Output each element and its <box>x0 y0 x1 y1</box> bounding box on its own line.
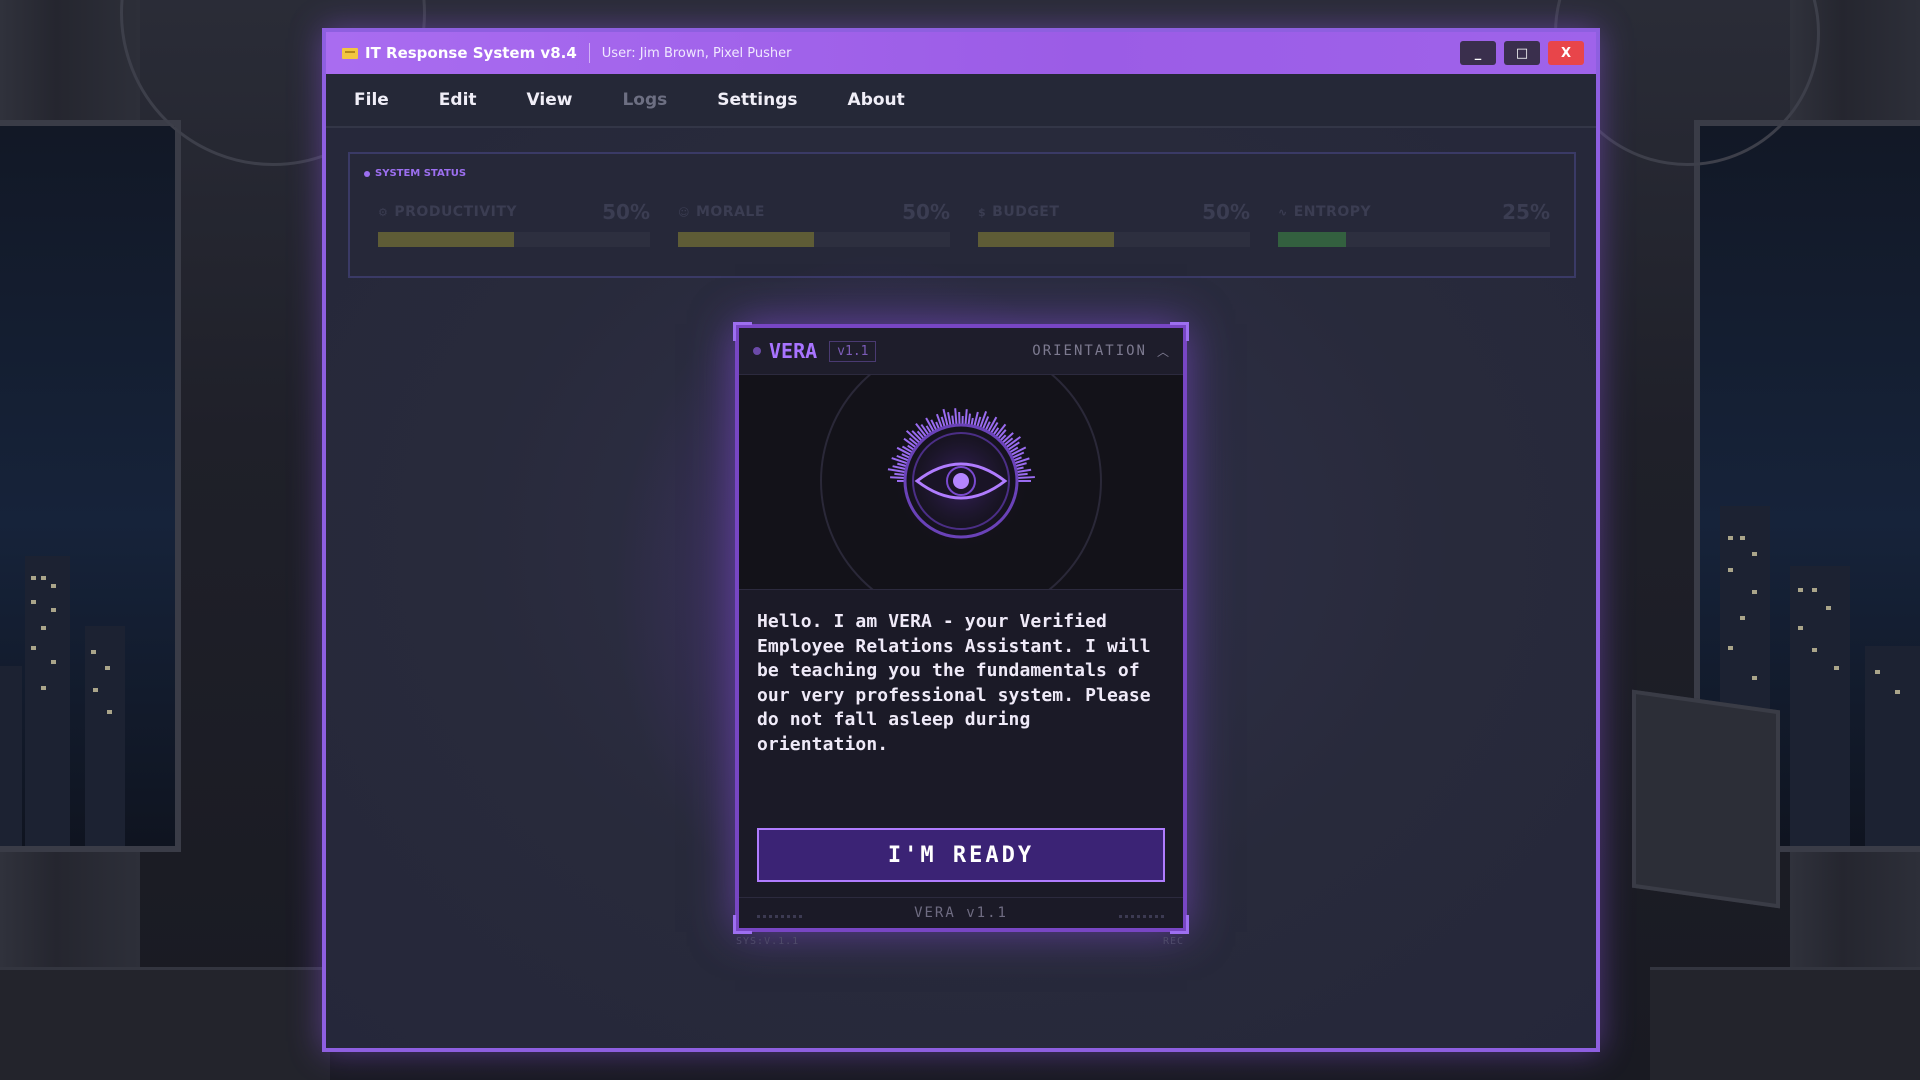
title-bar[interactable]: IT Response System v8.4 User: Jim Brown,… <box>326 32 1596 74</box>
metric-value: 25% <box>1502 200 1550 224</box>
eye-ray <box>890 476 906 480</box>
metric-label: ☺ MORALE <box>678 204 765 220</box>
title-separator <box>588 43 590 63</box>
eye-ray <box>894 472 906 477</box>
corner-bracket <box>1170 322 1189 341</box>
gear-icon: ⚙ <box>378 206 389 219</box>
metric-label: ∿ ENTROPY <box>1278 204 1372 220</box>
background-desk-right <box>1650 967 1920 1080</box>
menu-logs[interactable]: Logs <box>622 90 667 110</box>
vera-message: Hello. I am VERA - your Verified Employe… <box>757 611 1151 755</box>
menu-edit[interactable]: Edit <box>439 90 477 110</box>
building <box>85 626 125 846</box>
metric-value: 50% <box>902 200 950 224</box>
eye-icon <box>820 375 1102 589</box>
vera-footer: VERA v1.1 <box>739 897 1183 928</box>
metric-bar <box>378 232 650 247</box>
metric-entropy: ∿ ENTROPY 25% <box>1278 200 1550 247</box>
metric-morale: ☺ MORALE 50% <box>678 200 950 247</box>
metric-bar-fill <box>1278 232 1346 247</box>
corner-bracket <box>733 322 752 341</box>
building <box>0 666 22 846</box>
metric-budget: $ BUDGET 50% <box>978 200 1250 247</box>
footer-decoration <box>1119 915 1165 918</box>
status-title-text: SYSTEM STATUS <box>375 168 467 179</box>
close-button[interactable]: X <box>1548 41 1584 65</box>
menu-view[interactable]: View <box>527 90 573 110</box>
metric-value: 50% <box>602 200 650 224</box>
metric-label: $ BUDGET <box>978 204 1060 220</box>
footer-decoration <box>757 915 803 918</box>
app-icon <box>342 47 358 59</box>
eye-ray <box>1016 476 1035 480</box>
app-title: IT Response System v8.4 <box>365 44 577 62</box>
smile-icon: ☺ <box>678 206 690 219</box>
eye-ray <box>964 409 968 426</box>
vera-header: VERA v1.1 ORIENTATION ︿ <box>739 328 1183 375</box>
metric-bar-fill <box>978 232 1114 247</box>
metric-bar-fill <box>378 232 514 247</box>
metric-bar <box>978 232 1250 247</box>
status-dot-icon <box>753 347 761 355</box>
metric-productivity: ⚙ PRODUCTIVITY 50% <box>378 200 650 247</box>
building <box>25 556 70 846</box>
menu-about[interactable]: About <box>848 90 905 110</box>
minimize-button[interactable]: _ <box>1460 41 1496 65</box>
background-monitor <box>1632 689 1780 909</box>
metric-value: 50% <box>1202 200 1250 224</box>
vera-version-badge: v1.1 <box>829 340 877 362</box>
eye-ray <box>1016 472 1028 477</box>
menu-file[interactable]: File <box>354 90 389 110</box>
orientation-label: ORIENTATION <box>1032 343 1147 359</box>
menu-bar: File Edit View Logs Settings About <box>326 74 1596 128</box>
building <box>1790 566 1850 846</box>
eye-ray <box>954 408 958 426</box>
building <box>1865 646 1920 846</box>
metric-label: ⚙ PRODUCTIVITY <box>378 204 518 220</box>
metric-bar <box>678 232 950 247</box>
menu-settings[interactable]: Settings <box>717 90 797 110</box>
rec-tag: REC <box>1163 936 1185 947</box>
dollar-icon: $ <box>978 206 987 219</box>
status-dot-icon <box>364 170 370 177</box>
metric-bar <box>1278 232 1550 247</box>
sys-version-tag: SYS:V.1.1 <box>736 936 800 947</box>
vera-eye-visual <box>739 375 1183 590</box>
im-ready-button[interactable]: I'M READY <box>757 828 1165 882</box>
metric-bar-fill <box>678 232 814 247</box>
window-controls: _ □ X <box>1460 41 1584 65</box>
user-label: User: Jim Brown, Pixel Pusher <box>601 45 792 61</box>
vera-name: VERA <box>769 339 818 363</box>
vera-dialog: VERA v1.1 ORIENTATION ︿ Hello. I am VERA… <box>733 322 1189 934</box>
wave-icon: ∿ <box>1278 206 1288 219</box>
background-window-left <box>0 120 181 852</box>
background-desk-left <box>0 967 330 1080</box>
status-title: SYSTEM STATUS <box>364 168 466 179</box>
vera-footer-label: VERA v1.1 <box>914 905 1008 921</box>
maximize-button[interactable]: □ <box>1504 41 1540 65</box>
chevron-up-icon[interactable]: ︿ <box>1157 343 1169 360</box>
